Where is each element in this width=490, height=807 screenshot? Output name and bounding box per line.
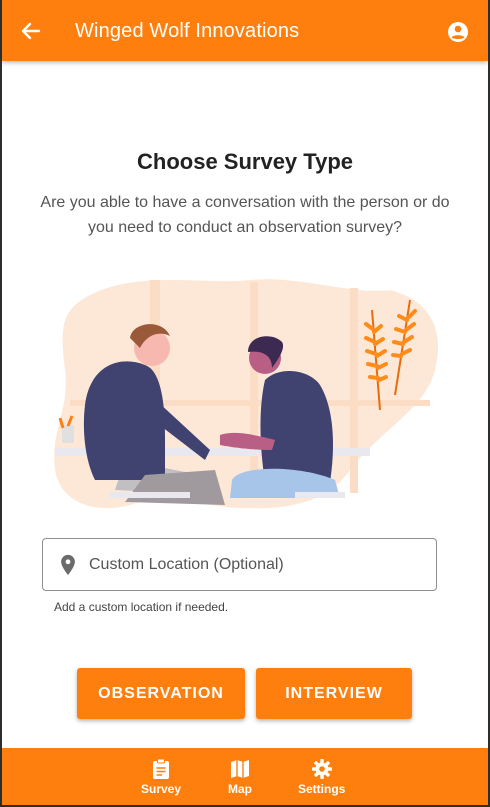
nav-label-survey: Survey — [141, 782, 182, 796]
nav-item-survey[interactable]: Survey — [141, 758, 181, 796]
map-icon — [231, 760, 249, 778]
map-pin-icon — [61, 554, 75, 575]
app-bar: Winged Wolf Innovations — [2, 0, 488, 61]
page-title: Choose Survey Type — [137, 149, 353, 174]
nav-label-settings: Settings — [298, 782, 346, 796]
nav-item-settings[interactable]: Settings — [298, 758, 345, 796]
custom-location-field[interactable] — [42, 538, 437, 591]
nav-item-map[interactable]: Map — [228, 758, 252, 796]
gear-icon — [311, 759, 332, 779]
app-window: Winged Wolf Innovations Choose Survey Ty… — [2, 0, 488, 805]
observation-button[interactable]: OBSERVATION — [77, 668, 245, 719]
account-button[interactable] — [446, 20, 470, 44]
clipboard-icon — [153, 758, 170, 779]
interview-button[interactable]: INTERVIEW — [256, 668, 412, 719]
account-circle-icon — [448, 22, 468, 42]
back-button[interactable] — [18, 18, 44, 44]
page-description: Are you able to have a conversation with… — [40, 194, 450, 236]
app-title: Winged Wolf Innovations — [75, 20, 300, 42]
bottom-navigation: Survey Map Settings — [2, 748, 488, 805]
conversation-illustration — [54, 279, 439, 509]
nav-label-map: Map — [228, 782, 252, 796]
location-helper-text: Add a custom location if needed. — [54, 600, 229, 614]
custom-location-input[interactable] — [89, 555, 409, 574]
arrow-left-icon — [21, 22, 41, 40]
